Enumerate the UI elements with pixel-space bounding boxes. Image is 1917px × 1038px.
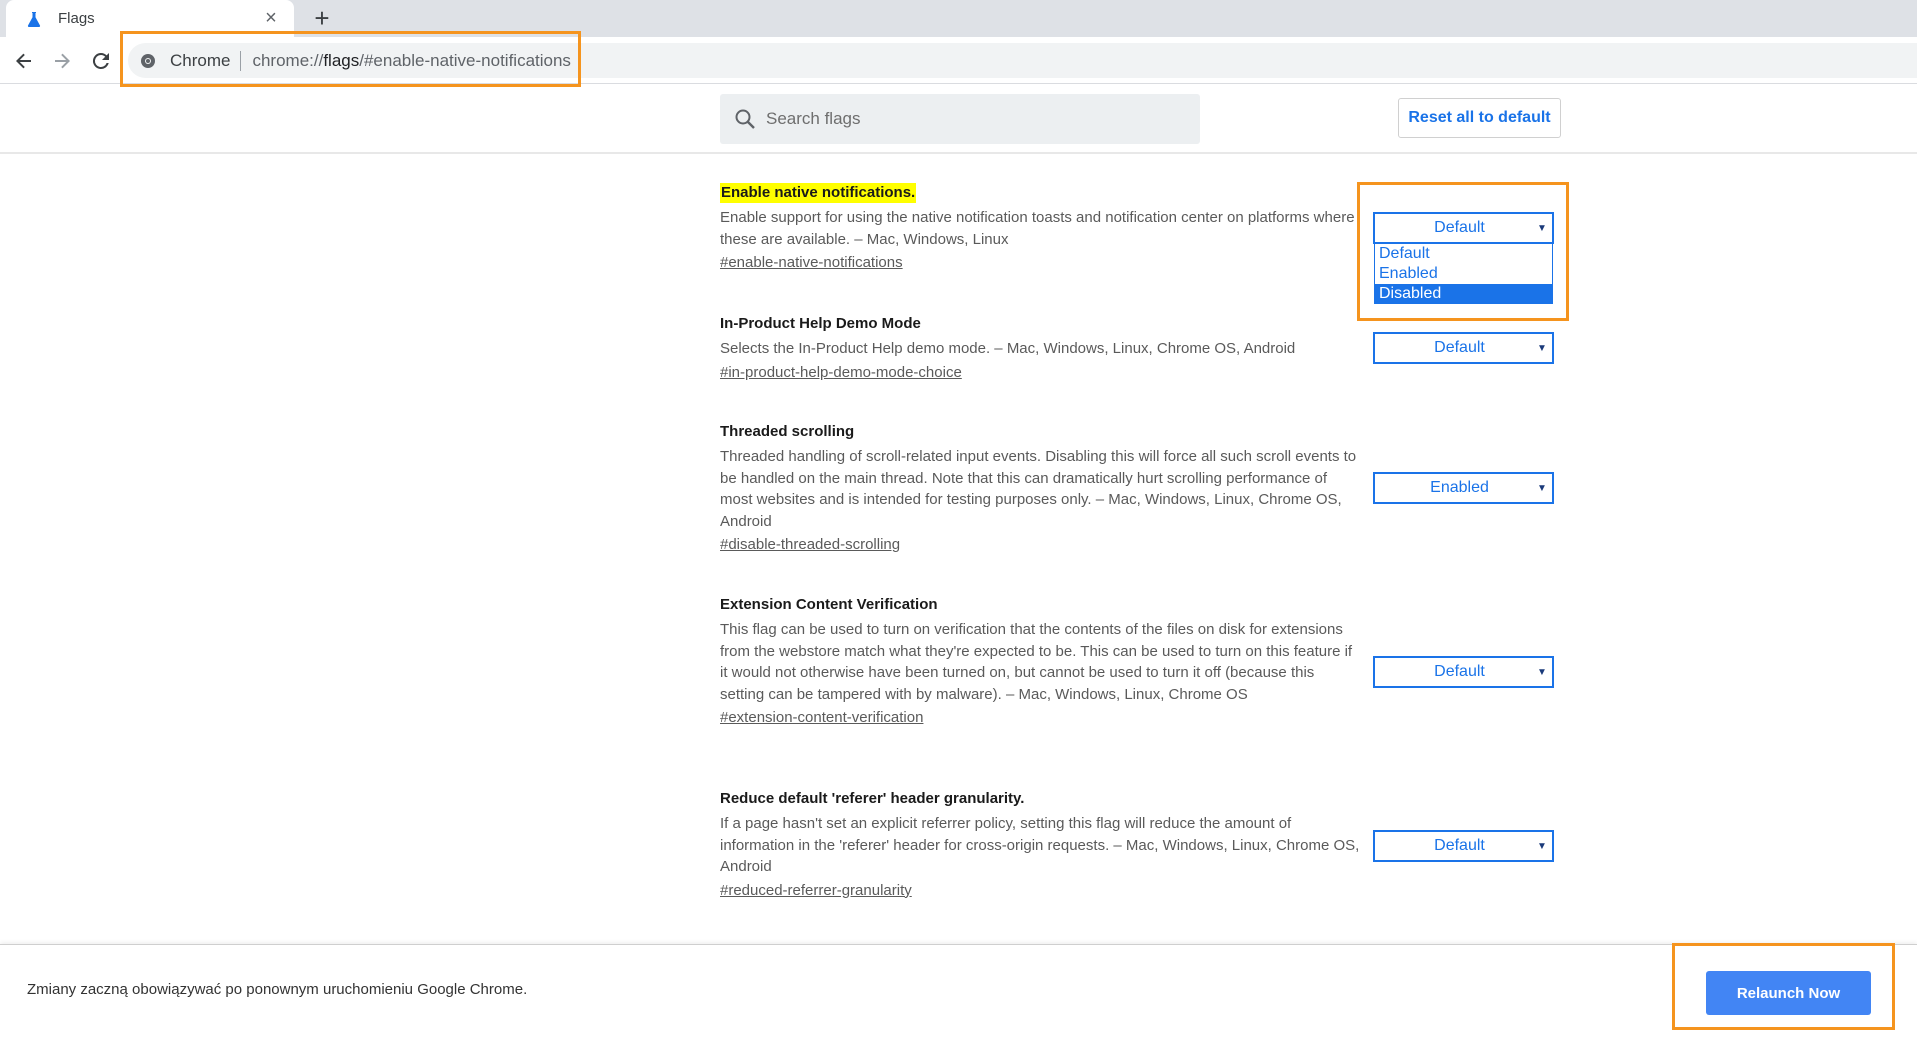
- flag-permalink[interactable]: #in-product-help-demo-mode-choice: [720, 363, 962, 383]
- tab-title: Flags: [58, 10, 95, 27]
- flag-description: Enable support for using the native noti…: [720, 209, 1355, 248]
- flag-title: Enable native notifications.: [720, 183, 917, 203]
- select-value: Default: [1434, 663, 1485, 680]
- flag-title: Extension Content Verification: [720, 596, 938, 613]
- flag-item-reduced-referrer-granularity: Reduce default 'referer' header granular…: [720, 789, 1360, 901]
- flag-select-reduced-referrer-granularity[interactable]: Default ▼: [1373, 830, 1554, 862]
- flag-description: This flag can be used to turn on verific…: [720, 621, 1353, 703]
- flag-select-threaded-scrolling[interactable]: Enabled ▼: [1373, 472, 1554, 504]
- flag-permalink[interactable]: #enable-native-notifications: [720, 253, 903, 273]
- flag-item-in-product-help-demo-mode: In-Product Help Demo Mode Selects the In…: [720, 314, 1360, 383]
- relaunch-message: Zmiany zaczną obowiązywać po ponownym ur…: [27, 981, 528, 998]
- back-button[interactable]: [10, 47, 38, 75]
- forward-button[interactable]: [48, 47, 76, 75]
- new-tab-button[interactable]: +: [309, 5, 335, 32]
- flags-header: Reset all to default: [0, 84, 1917, 154]
- flag-permalink[interactable]: #extension-content-verification: [720, 708, 923, 728]
- browser-window: Flags × + Chrome chrome://flags/#enable-…: [0, 0, 1917, 1038]
- flask-icon: [24, 9, 44, 29]
- flag-select-extension-content-verification[interactable]: Default ▼: [1373, 656, 1554, 688]
- flag-item-extension-content-verification: Extension Content Verification This flag…: [720, 595, 1360, 728]
- select-value: Enabled: [1430, 479, 1489, 496]
- flag-permalink[interactable]: #reduced-referrer-granularity: [720, 881, 912, 901]
- back-arrow-icon: [16, 53, 31, 69]
- search-input[interactable]: [766, 109, 1166, 129]
- flag-description: If a page hasn't set an explicit referre…: [720, 815, 1360, 875]
- select-value: Default: [1434, 837, 1485, 854]
- annotation-box-relaunch: [1672, 943, 1895, 1030]
- flag-description: Selects the In-Product Help demo mode. –…: [720, 340, 1296, 357]
- flag-item-threaded-scrolling: Threaded scrolling Threaded handling of …: [720, 422, 1360, 555]
- search-box[interactable]: [720, 94, 1200, 144]
- flag-title: Threaded scrolling: [720, 423, 855, 440]
- dropdown-caret-icon: ▼: [1537, 482, 1547, 494]
- dropdown-caret-icon: ▼: [1537, 666, 1547, 678]
- dropdown-caret-icon: ▼: [1537, 840, 1547, 852]
- relaunch-bar: Zmiany zaczną obowiązywać po ponownym ur…: [0, 944, 1917, 1038]
- flag-title: Reduce default 'referer' header granular…: [720, 790, 1025, 807]
- annotation-box-address-bar: [120, 31, 581, 87]
- tab-close-icon[interactable]: ×: [260, 7, 282, 30]
- flag-select-in-product-help-demo-mode[interactable]: Default ▼: [1373, 332, 1554, 364]
- dropdown-caret-icon: ▼: [1537, 342, 1547, 354]
- forward-arrow-icon: [55, 53, 70, 69]
- flag-title: In-Product Help Demo Mode: [720, 315, 921, 332]
- reset-all-button[interactable]: Reset all to default: [1398, 98, 1561, 138]
- reload-button[interactable]: [87, 47, 115, 75]
- flag-permalink[interactable]: #disable-threaded-scrolling: [720, 535, 900, 555]
- flag-item-enable-native-notifications: Enable native notifications. Enable supp…: [720, 183, 1360, 273]
- flag-description: Threaded handling of scroll-related inpu…: [720, 448, 1357, 530]
- select-value: Default: [1434, 339, 1485, 356]
- search-icon: [734, 108, 756, 130]
- annotation-box-dropdown: [1357, 182, 1569, 321]
- reload-icon: [92, 52, 109, 69]
